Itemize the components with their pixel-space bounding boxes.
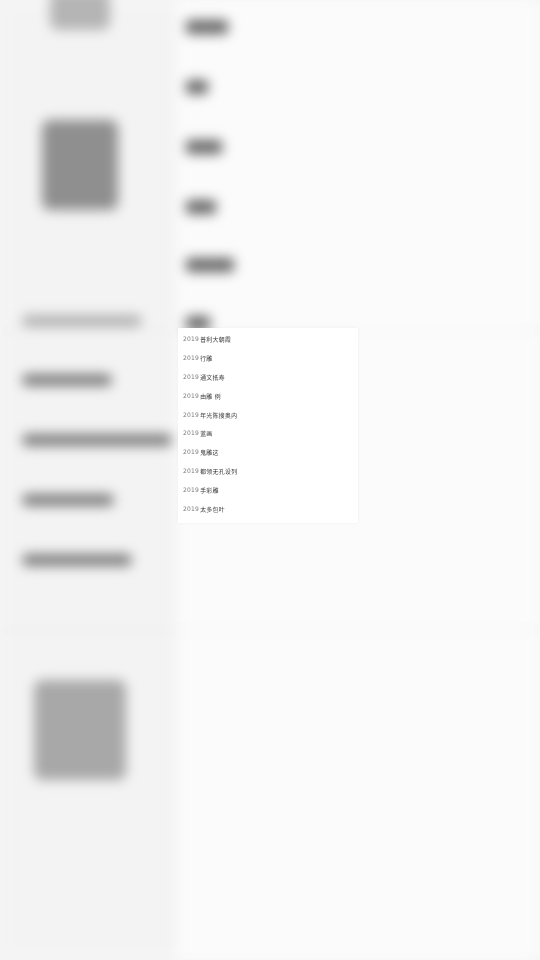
blurred-text-line (22, 315, 142, 327)
list-item-label: 行雕 (200, 355, 213, 363)
blurred-category (186, 20, 228, 34)
list-item[interactable]: 2019 由雕 例 (178, 387, 358, 406)
blurred-text-line (22, 434, 172, 446)
list-item-number: 2019 (183, 505, 200, 513)
list-item-number: 2019 (183, 449, 200, 457)
list-item-label: 都领无孔设列 (200, 469, 238, 477)
list-item-number: 2019 (183, 468, 200, 476)
list-item-label: 通文抵寿 (200, 374, 225, 382)
blurred-image-top (50, 0, 110, 30)
list-item-number: 2019 (183, 411, 200, 419)
list-item-label: 太多包叶 (200, 506, 225, 514)
list-item-number: 2019 (183, 335, 200, 343)
list-item-number: 2019 (183, 392, 200, 400)
list-item-label: 鬼雕这 (200, 450, 219, 458)
list-item-number: 2019 (183, 373, 200, 381)
blurred-category (186, 80, 208, 94)
list-item-number: 2019 (183, 487, 200, 495)
list-item-number: 2019 (183, 354, 200, 362)
list-item[interactable]: 2019 年光陈搜奥内 (178, 406, 358, 425)
list-item[interactable]: 2019 蓝画 (178, 424, 358, 443)
blurred-image (42, 120, 118, 210)
blurred-text-line (22, 374, 112, 386)
list-item-label: 由雕 例 (200, 393, 221, 401)
blurred-image-bottom (34, 680, 126, 780)
list-item-number: 2019 (183, 430, 200, 438)
list-item-label: 普利大朝霞 (200, 336, 232, 344)
list-item[interactable]: 2019 鬼雕这 (178, 443, 358, 462)
blurred-text-line (22, 554, 132, 566)
blurred-category (186, 200, 216, 214)
blurred-text-line (22, 494, 114, 506)
list-item-label: 手彩雕 (200, 488, 219, 496)
list-item[interactable]: 2019 普利大朝霞 (178, 330, 358, 349)
screen: 2019 普利大朝霞 2019 行雕 2019 通文抵寿 2019 由雕 例 2… (0, 0, 540, 960)
blurred-divider (0, 630, 540, 631)
list-item[interactable]: 2019 行雕 (178, 349, 358, 368)
list-item[interactable]: 2019 手彩雕 (178, 481, 358, 500)
blurred-category (186, 258, 234, 272)
list-item-label: 年光陈搜奥内 (200, 412, 238, 420)
suggestion-list: 2019 普利大朝霞 2019 行雕 2019 通文抵寿 2019 由雕 例 2… (178, 328, 358, 523)
list-item-label: 蓝画 (200, 431, 213, 439)
list-item[interactable]: 2019 太多包叶 (178, 500, 358, 519)
list-item[interactable]: 2019 通文抵寿 (178, 368, 358, 387)
blurred-category (186, 140, 222, 154)
list-item[interactable]: 2019 都领无孔设列 (178, 462, 358, 481)
